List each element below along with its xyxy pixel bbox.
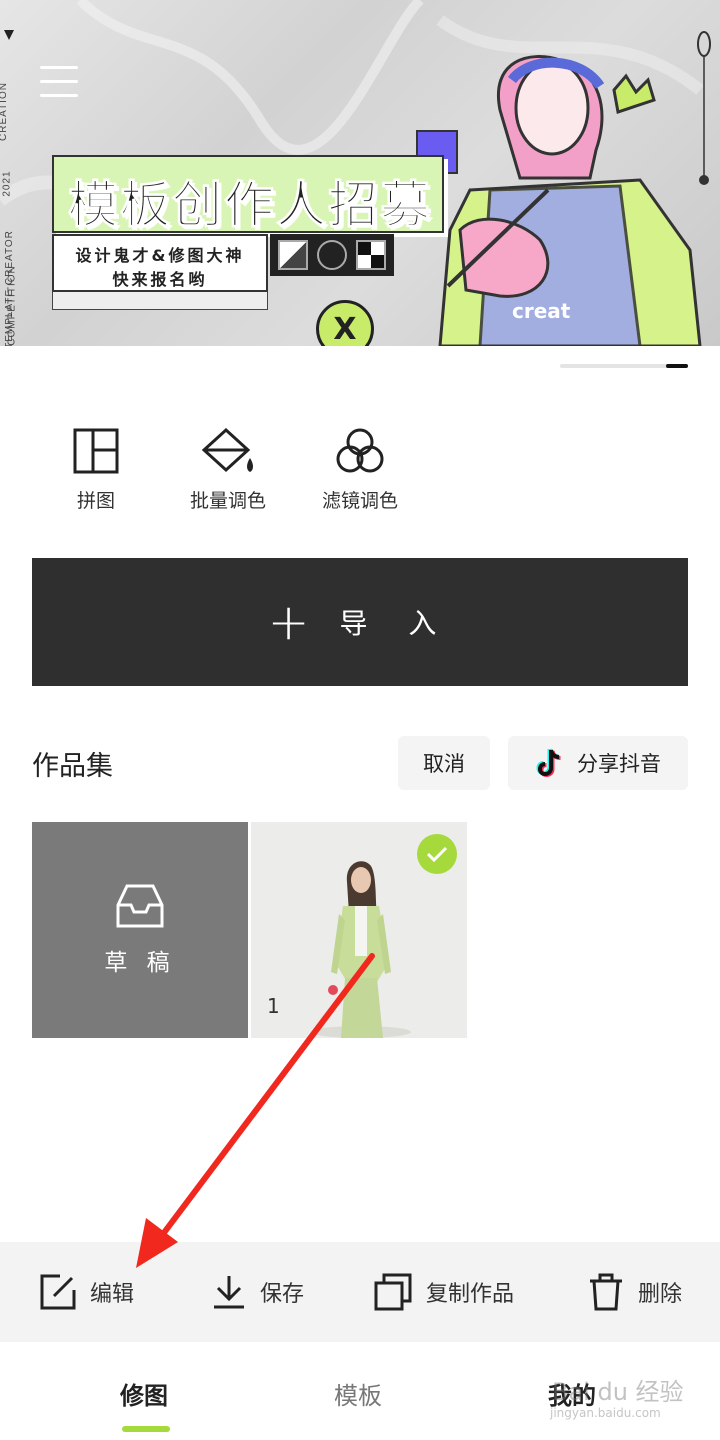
trash-icon	[590, 1273, 622, 1311]
tool-filter-color-label: 滤镜调色	[321, 490, 398, 512]
banner-title-box: 模板创作人招募	[52, 155, 444, 235]
works-section-title: 作品集	[32, 751, 113, 782]
inbox-icon	[116, 884, 164, 928]
copy-work-button[interactable]: 复制作品	[374, 1270, 514, 1314]
tab-edit-photo[interactable]: 修图	[120, 1376, 168, 1411]
banner-subtitle-line-1: 设计鬼才&修图大神	[75, 246, 245, 265]
tool-batch-color[interactable]: 批量调色	[173, 428, 283, 513]
creator-illustration: creat	[438, 55, 702, 346]
banner-subtitle-box: 设计鬼才&修图大神 快来报名哟	[52, 234, 268, 292]
menu-icon[interactable]	[40, 66, 78, 100]
copy-icon	[374, 1273, 412, 1311]
delete-label: 删除	[638, 1282, 683, 1307]
plus-icon: +	[267, 593, 310, 651]
edit-button[interactable]: 编辑	[40, 1270, 134, 1314]
side-text-year: 2021	[1, 170, 13, 197]
banner-scroll-handle-icon	[697, 31, 711, 185]
selection-action-bar: 编辑 保存 复制作品 删除	[0, 1242, 720, 1342]
side-text-creation: CREATION	[0, 82, 9, 141]
banner-title: 模板创作人招募	[68, 176, 432, 235]
drafts-label: 草 稿	[104, 950, 176, 976]
save-button[interactable]: 保存	[212, 1270, 304, 1314]
promo-banner[interactable]: creat CREATION 2021 TEMPLATE CREATOR COM…	[0, 0, 720, 346]
save-label: 保存	[260, 1282, 305, 1307]
banner-subtitle-line-2: 快来报名哟	[112, 270, 208, 289]
download-icon	[214, 1276, 244, 1309]
banner-ticket-stub	[52, 292, 268, 310]
tool-filter-color[interactable]: 滤镜调色	[305, 428, 415, 513]
tool-collage[interactable]: 拼图	[41, 428, 151, 513]
work-item-thumbnail[interactable]: 1	[251, 822, 467, 1038]
import-label: 导 入	[339, 607, 453, 640]
filter-circles-icon	[336, 428, 384, 473]
cancel-button[interactable]: 取消	[398, 736, 490, 790]
tool-batch-color-label: 批量调色	[189, 490, 266, 512]
tab-templates[interactable]: 模板	[334, 1376, 382, 1411]
paint-bucket-icon	[201, 428, 253, 473]
work-item-number: 1	[267, 994, 280, 1018]
cancel-label: 取消	[423, 752, 465, 776]
selected-check-icon[interactable]	[417, 834, 457, 874]
baidu-watermark: Bai du 经验	[552, 1378, 684, 1406]
share-douyin-label: 分享抖音	[577, 752, 661, 776]
caret-down-icon	[4, 30, 14, 40]
tool-collage-label: 拼图	[76, 490, 115, 512]
banner-page-indicator	[560, 364, 688, 368]
side-text-competition: COMPETITION	[6, 265, 18, 346]
collage-grid-icon	[73, 428, 119, 474]
tiktok-icon	[536, 748, 561, 778]
edit-icon	[40, 1274, 76, 1310]
baidu-watermark-url: jingyan.baidu.com	[550, 1406, 661, 1420]
edit-label: 编辑	[90, 1282, 135, 1307]
active-tab-indicator	[122, 1426, 170, 1432]
copy-work-label: 复制作品	[426, 1282, 515, 1307]
import-button[interactable]: + 导 入	[32, 558, 688, 686]
share-douyin-button[interactable]: 分享抖音	[508, 736, 688, 790]
banner-mini-icons	[270, 234, 394, 276]
shirt-text: creat	[512, 299, 571, 323]
drafts-tile[interactable]: 草 稿	[32, 822, 248, 1038]
delete-button[interactable]: 删除	[588, 1270, 682, 1314]
